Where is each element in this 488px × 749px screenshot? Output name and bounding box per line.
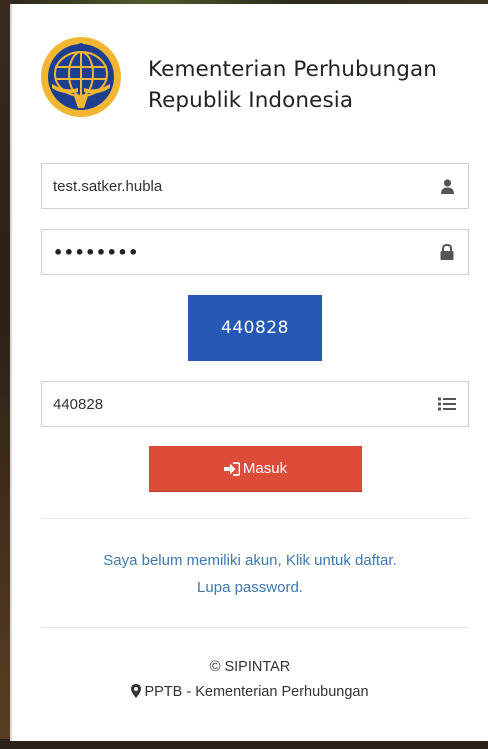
username-field[interactable]: test.satker.hubla xyxy=(41,163,469,209)
page-title: Kementerian Perhubungan Republik Indones… xyxy=(148,54,478,116)
masuk-button[interactable]: Masuk xyxy=(149,446,362,492)
divider-top xyxy=(41,518,469,519)
footer-org: PPTB - Kementerian Perhubungan xyxy=(12,684,488,702)
lock-icon xyxy=(432,229,462,275)
password-field[interactable]: •••••••• xyxy=(41,229,469,275)
title-line-2: Republik Indonesia xyxy=(148,88,354,113)
footer-org-text: PPTB - Kementerian Perhubungan xyxy=(144,684,369,700)
list-icon xyxy=(432,381,462,427)
footer-app-name: © SIPINTAR xyxy=(209,659,291,675)
forgot-password-link[interactable]: Lupa password. xyxy=(12,579,488,596)
user-icon xyxy=(432,163,462,209)
register-link[interactable]: Saya belum memiliki akun, Klik untuk daf… xyxy=(12,552,488,569)
ministry-logo xyxy=(38,34,124,120)
sign-in-icon xyxy=(223,461,240,476)
captcha-image: 440828 xyxy=(188,295,322,361)
masuk-button-label: Masuk xyxy=(242,460,288,477)
login-panel: Kementerian Perhubungan Republik Indones… xyxy=(10,4,488,741)
password-value[interactable]: •••••••• xyxy=(42,243,432,262)
captcha-input-value[interactable]: 440828 xyxy=(42,396,432,413)
captcha-input[interactable]: 440828 xyxy=(41,381,469,427)
title-line-1: Kementerian Perhubungan xyxy=(148,57,437,82)
username-value[interactable]: test.satker.hubla xyxy=(42,178,432,195)
map-marker-icon xyxy=(131,684,142,702)
divider-bottom xyxy=(41,627,469,628)
